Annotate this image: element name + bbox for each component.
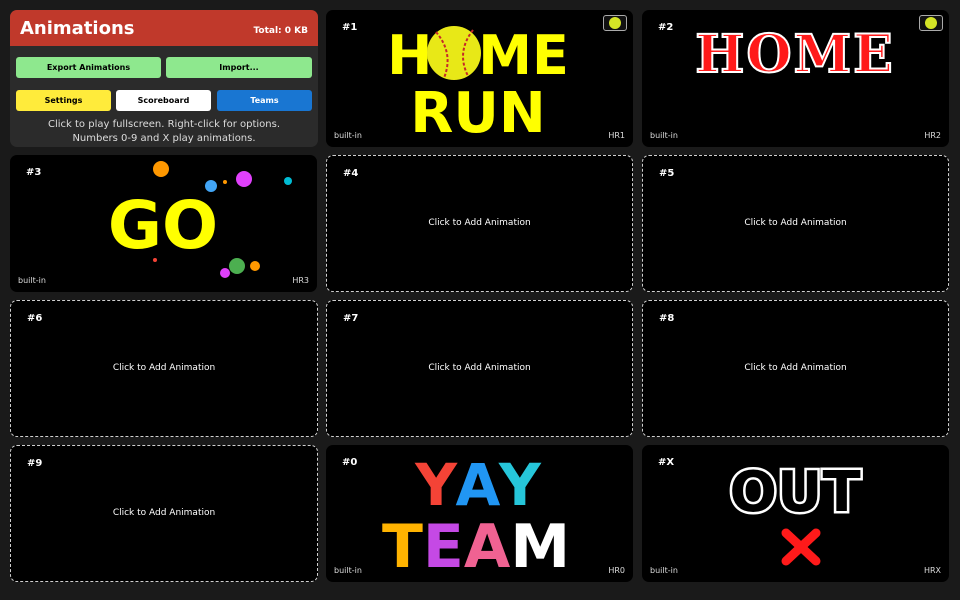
animation-tile-x[interactable]: OUT #X built-in HRX — [642, 445, 949, 582]
confetti-dot — [220, 268, 230, 278]
export-animations-button[interactable]: Export Animations — [16, 57, 161, 78]
home-run-artwork: HOME RUN — [387, 24, 569, 146]
go-text: GO — [108, 187, 218, 264]
out-artwork: OUT — [727, 458, 863, 566]
go-artwork: GO — [108, 161, 292, 278]
confetti-dot — [229, 258, 245, 274]
home-text: HOME — [695, 24, 895, 85]
softball-icon[interactable] — [603, 15, 627, 31]
tile-number: #5 — [659, 168, 675, 179]
tile-number: #9 — [27, 458, 43, 469]
letter-a2: A — [464, 512, 511, 582]
letter-m: M — [510, 512, 570, 582]
scoreboard-button[interactable]: Scoreboard — [116, 90, 211, 111]
tile-number: #7 — [343, 313, 359, 324]
tile-number: #X — [658, 457, 675, 468]
tile-source: built-in — [18, 276, 46, 285]
confetti-dot — [153, 258, 157, 262]
add-animation-label: Click to Add Animation — [428, 218, 531, 228]
add-animation-label: Click to Add Animation — [744, 363, 847, 373]
settings-button[interactable]: Settings — [16, 90, 111, 111]
animations-panel: Animations Total: 0 KB Export Animations… — [10, 10, 318, 147]
tile-code: HR0 — [608, 566, 625, 575]
total-size: Total: 0 KB — [253, 26, 308, 36]
tile-code: HR1 — [608, 131, 625, 140]
tile-number: #2 — [658, 22, 674, 33]
team-text: TEAM — [382, 512, 570, 582]
help-line-1: Click to play fullscreen. Right-click fo… — [48, 119, 280, 130]
confetti-dot — [153, 161, 169, 177]
panel-header: Animations Total: 0 KB — [10, 10, 318, 46]
confetti-dot — [284, 177, 292, 185]
animation-tile-2[interactable]: HOME #2 built-in HR2 — [642, 10, 949, 147]
add-animation-label: Click to Add Animation — [112, 363, 216, 373]
yay-team-artwork: YAY TEAM — [382, 451, 570, 582]
animation-tile-3[interactable]: GO #3 built-in HR3 — [10, 155, 317, 292]
panel-title: Animations — [20, 18, 135, 39]
teams-button[interactable]: Teams — [217, 90, 312, 111]
animation-tile-1[interactable]: HOME RUN #1 built-in HR1 — [326, 10, 633, 147]
tile-code: HRX — [923, 566, 941, 575]
letter-t: T — [382, 512, 423, 582]
animation-tile-5[interactable]: #5 Click to Add Animation — [642, 155, 949, 292]
tile-code: HR3 — [292, 276, 309, 285]
letter-a: A — [456, 451, 501, 519]
tile-source: built-in — [650, 566, 678, 575]
softball-icon[interactable] — [919, 15, 943, 31]
animation-tile-0[interactable]: YAY TEAM #0 built-in HR0 — [326, 445, 633, 582]
tile-code: HR2 — [924, 131, 941, 140]
home-artwork: HOME — [694, 23, 895, 86]
help-line-2: Numbers 0-9 and X play animations. — [72, 133, 256, 144]
help-text: Click to play fullscreen. Right-click fo… — [10, 118, 318, 146]
out-text: OUT — [729, 460, 860, 525]
confetti-dot — [250, 261, 260, 271]
add-animation-label: Click to Add Animation — [112, 508, 216, 518]
add-animation-label: Click to Add Animation — [428, 363, 531, 373]
tile-number: #0 — [342, 457, 358, 468]
softball-icon — [427, 26, 481, 80]
animation-tile-8[interactable]: #8 Click to Add Animation — [642, 300, 949, 437]
animation-tile-6[interactable]: #6 Click to Add Animation — [10, 300, 318, 437]
tile-source: built-in — [334, 131, 362, 140]
yay-text: YAY — [414, 451, 545, 519]
letter-y: Y — [414, 451, 458, 519]
import-button[interactable]: Import... — [166, 57, 312, 78]
confetti-dot — [223, 180, 227, 184]
confetti-dot — [205, 180, 217, 192]
tile-number: #3 — [26, 167, 42, 178]
letter-y2: Y — [498, 451, 545, 519]
tile-number: #1 — [342, 22, 358, 33]
tile-source: built-in — [650, 131, 678, 140]
tile-number: #4 — [343, 168, 359, 179]
animation-tile-4[interactable]: #4 Click to Add Animation — [326, 155, 633, 292]
tile-number: #6 — [27, 313, 43, 324]
animation-tile-9[interactable]: #9 Click to Add Animation — [10, 445, 318, 582]
animation-tile-7[interactable]: #7 Click to Add Animation — [326, 300, 633, 437]
x-mark-icon — [781, 528, 821, 566]
home-run-line2: RUN — [410, 81, 545, 146]
tile-source: built-in — [334, 566, 362, 575]
confetti-dot — [236, 171, 252, 187]
letter-e: E — [423, 512, 464, 582]
add-animation-label: Click to Add Animation — [744, 218, 847, 228]
tile-number: #8 — [659, 313, 675, 324]
